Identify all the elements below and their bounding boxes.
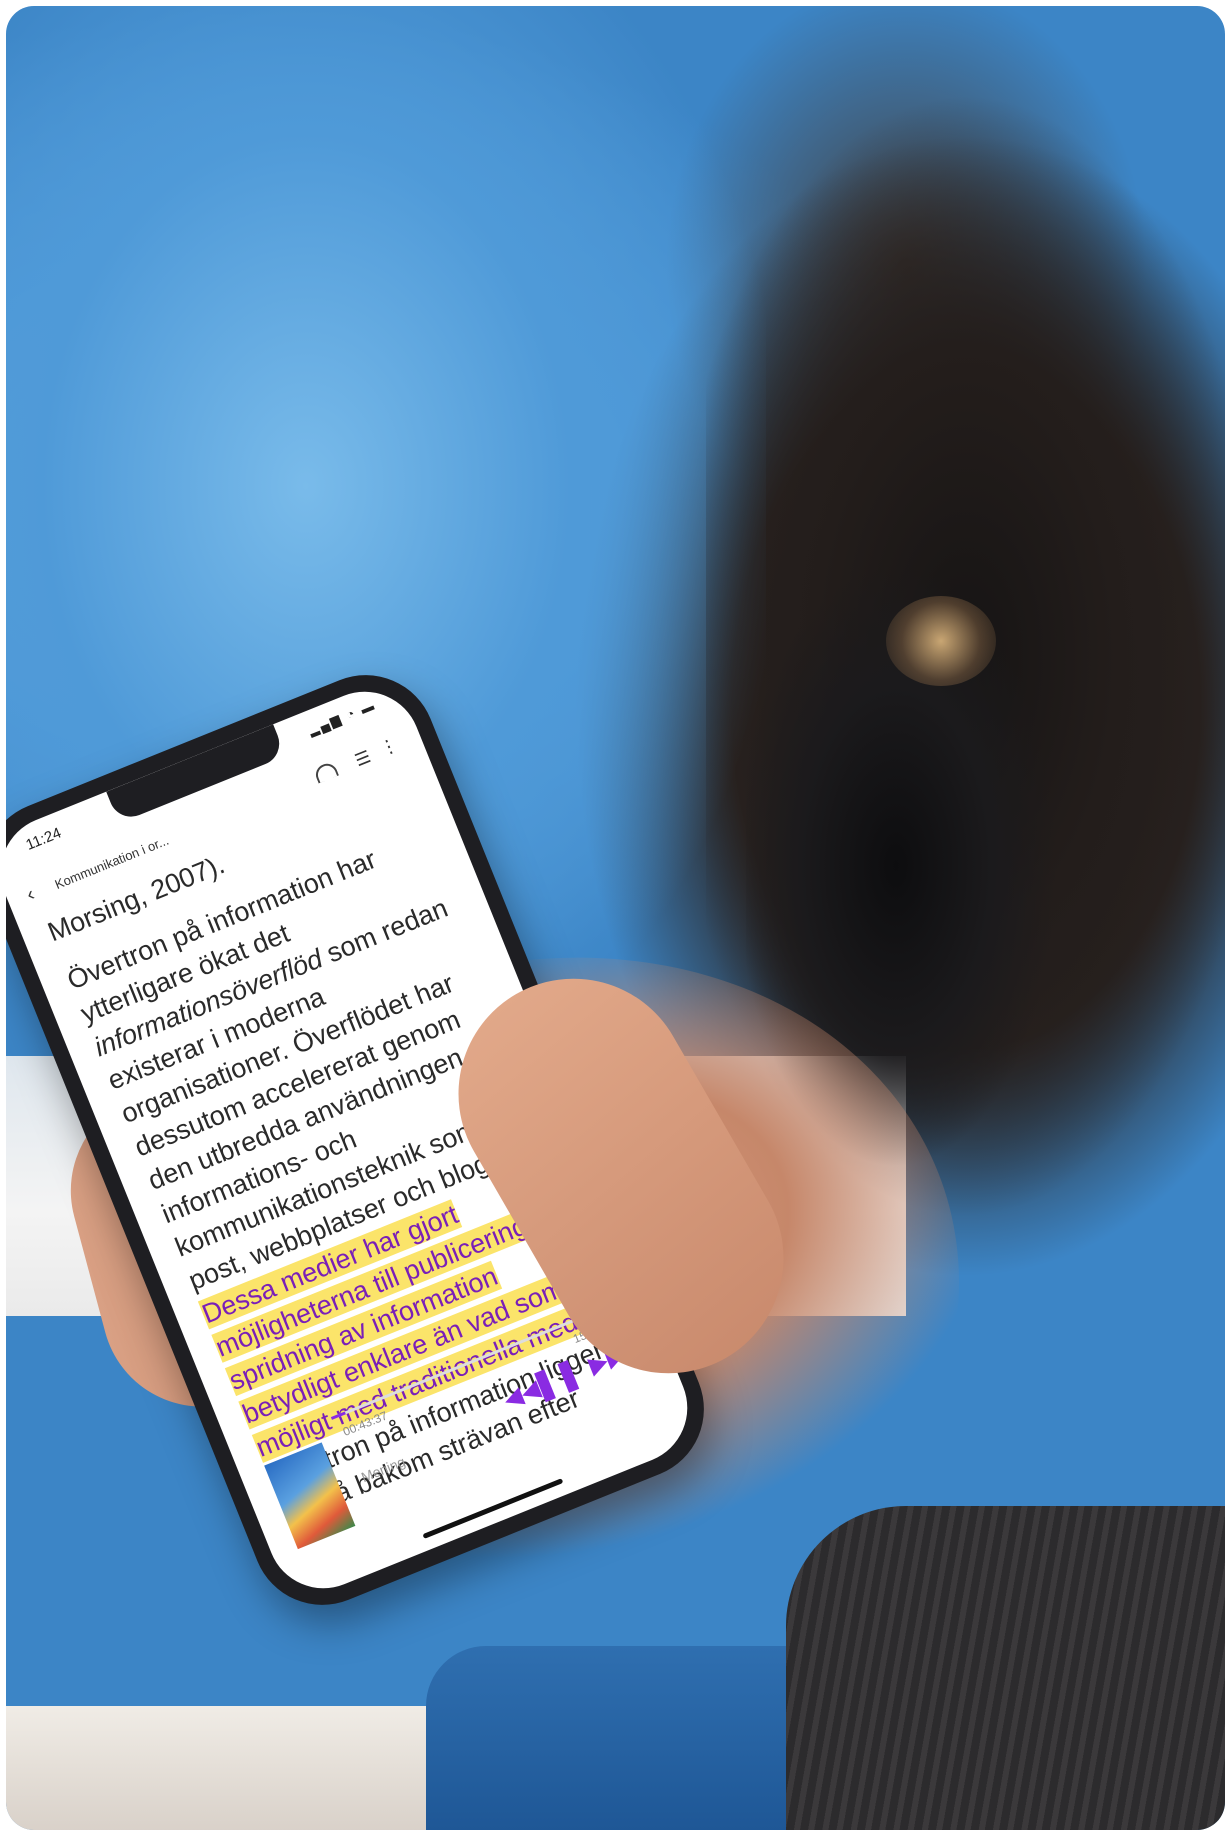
back-chevron-icon[interactable]: ‹ — [23, 883, 38, 907]
sweater-sleeve — [786, 1506, 1225, 1830]
signal-wifi-battery-icon: ▂▄▆ ◔ ▬ — [306, 697, 378, 738]
navigation-mode[interactable]: Mening — [359, 1453, 408, 1485]
table-of-contents-icon[interactable]: ☰ — [352, 747, 374, 771]
photo: 11:24 ▂▄▆ ◔ ▬ ‹ Kommunikation i or... ☰ … — [6, 6, 1225, 1830]
headphone-glint — [886, 596, 996, 686]
book-cover[interactable] — [264, 1442, 356, 1550]
speed-gauge-icon[interactable] — [312, 760, 340, 784]
clock: 11:24 — [23, 824, 64, 854]
progress-fill — [330, 1411, 346, 1420]
more-vertical-icon[interactable]: ⋮ — [377, 734, 402, 760]
